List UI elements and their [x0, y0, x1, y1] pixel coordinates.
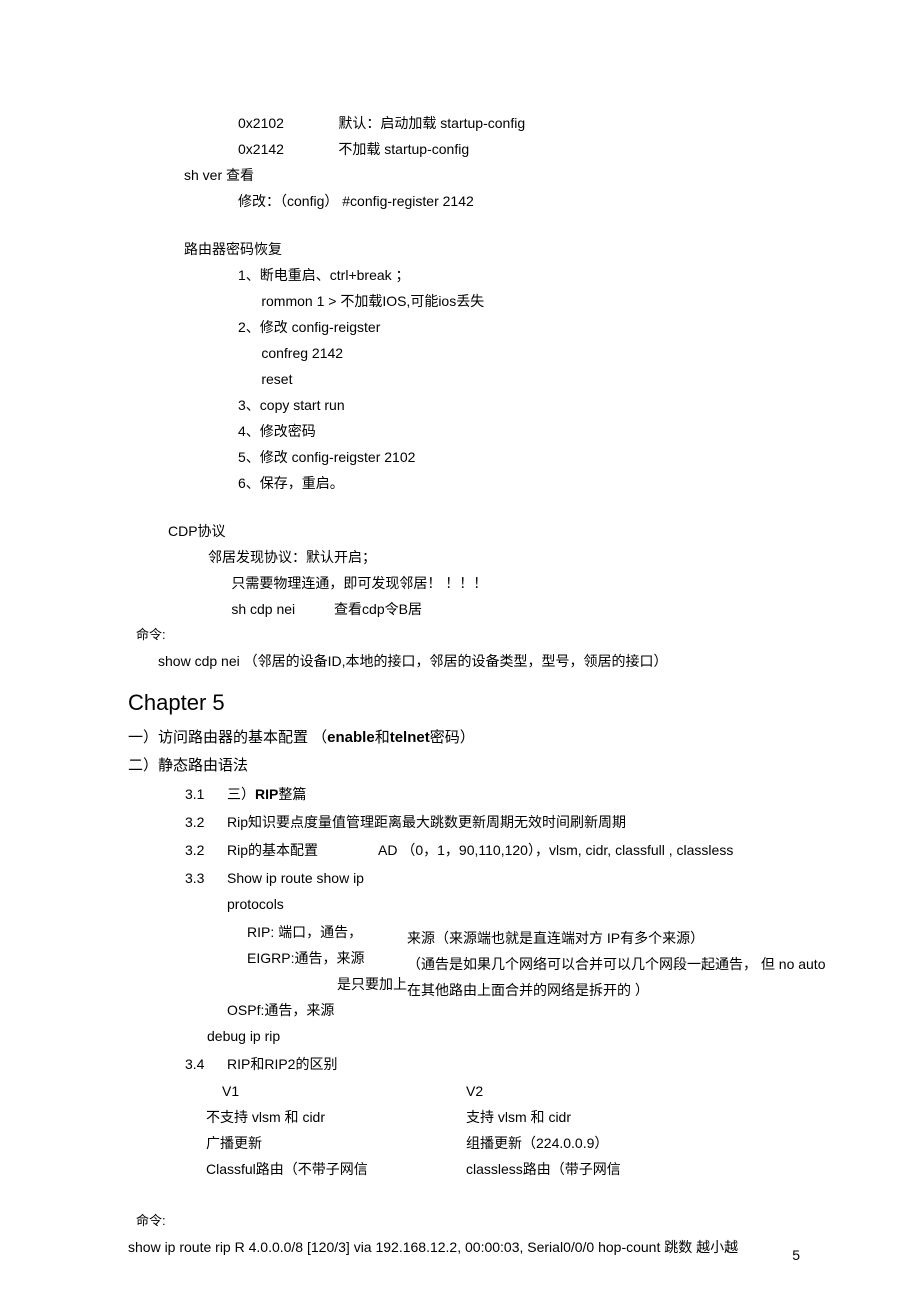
text-line: 6、保存，重启。	[238, 470, 800, 496]
text-line: 3、copy start run	[238, 392, 800, 418]
text-line: 4、修改密码	[238, 418, 800, 444]
document-page: 0x2102 默认：启动加载 startup-config 0x2142 不加载…	[0, 0, 920, 1303]
reg-code: 0x2102	[238, 115, 284, 131]
text-line: 5、修改 config-reigster 2102	[238, 444, 800, 470]
text-line: 2、修改 config-reigster	[238, 314, 800, 340]
command-label: 命令:	[136, 622, 800, 648]
numbered-block: 3.1 三）RIP整篇 3.2 Rip知识要点度量值管理距离最大跳数更新周期无效…	[184, 780, 844, 1078]
section-title: 路由器密码恢复	[184, 236, 800, 262]
page-number: 5	[792, 1247, 800, 1263]
text-line: sh ver 查看	[184, 162, 800, 188]
note-col: 来源（来源端也就是直连端对方 IP有多个来源） （通告是如果几个网络可以合并可以…	[407, 919, 843, 1023]
table-cell: 不支持 vlsm 和 cidr	[206, 1104, 466, 1130]
text-line: RIP和RIP2的区别	[226, 1050, 844, 1078]
item-number: 3.3	[184, 864, 226, 918]
text-line: show ip route rip R 4.0.0.0/8 [120/3] vi…	[128, 1234, 800, 1260]
item-number: 3.4	[184, 1050, 226, 1078]
text-line: 只需要物理连通，即可发现邻居！ ！！！	[208, 570, 800, 596]
reg-desc: 不加载 startup-config	[338, 141, 469, 157]
section-heading: 三）RIP整篇	[226, 780, 844, 808]
table-cell: 支持 vlsm 和 cidr	[466, 1104, 766, 1130]
text-line: 修改：（config） #config-register 2142	[238, 188, 800, 214]
table-cell: 广播更新	[206, 1130, 466, 1156]
chapter-heading: Chapter 5	[128, 688, 800, 718]
table-header: V1	[206, 1078, 466, 1104]
text-line: Show ip route show ip protocols	[226, 864, 844, 918]
text-line: 0x2102 默认：启动加载 startup-config	[238, 110, 800, 136]
item-number: 3.1	[184, 780, 226, 808]
item-number: 3.2	[184, 836, 226, 864]
table-header: V2	[466, 1078, 766, 1104]
text-line: Rip知识要点度量值管理距离最大跳数更新周期无效时间刷新周期	[226, 808, 844, 836]
section-heading: 二）静态路由语法	[128, 752, 800, 780]
table-cell: classless路由（带子网信	[466, 1156, 766, 1182]
text-line: 0x2142 不加载 startup-config	[238, 136, 800, 162]
text-line: sh cdp nei 查看cdp令B居	[208, 596, 800, 622]
section-heading: 一）访问路由器的基本配置 （enable和telnet密码）	[128, 724, 800, 752]
comparison-table: V1 V2 不支持 vlsm 和 cidr 支持 vlsm 和 cidr 广播更…	[206, 1078, 766, 1182]
text-line: show cdp nei （邻居的设备ID,本地的接口，邻居的设备类型，型号，领…	[158, 648, 800, 674]
text-line: rommon 1 > 不加载IOS,可能ios丢失	[238, 288, 800, 314]
text-line: debug ip rip	[207, 1023, 843, 1049]
protocol-col: RIP: 端口，通告， EIGRP:通告，来源 是只要加上 OSPf:通告，来源	[227, 919, 407, 1023]
text-line: 邻居发现协议：默认开启；	[208, 544, 800, 570]
text-line: reset	[238, 366, 800, 392]
text-line: 1、断电重启、ctrl+break ；	[238, 262, 800, 288]
table-cell: Classful路由（不带子网信	[206, 1156, 466, 1182]
item-number: 3.2	[184, 808, 226, 836]
reg-desc: 默认：启动加载 startup-config	[338, 115, 525, 131]
reg-code: 0x2142	[238, 141, 284, 157]
text-line: confreg 2142	[238, 340, 800, 366]
command-label: 命令:	[136, 1208, 800, 1234]
table-cell: 组播更新（224.0.0.9）	[466, 1130, 766, 1156]
section-title: CDP协议	[168, 518, 800, 544]
text-line: Rip的基本配置AD （0，1，90,110,120），vlsm, cidr, …	[226, 836, 844, 864]
